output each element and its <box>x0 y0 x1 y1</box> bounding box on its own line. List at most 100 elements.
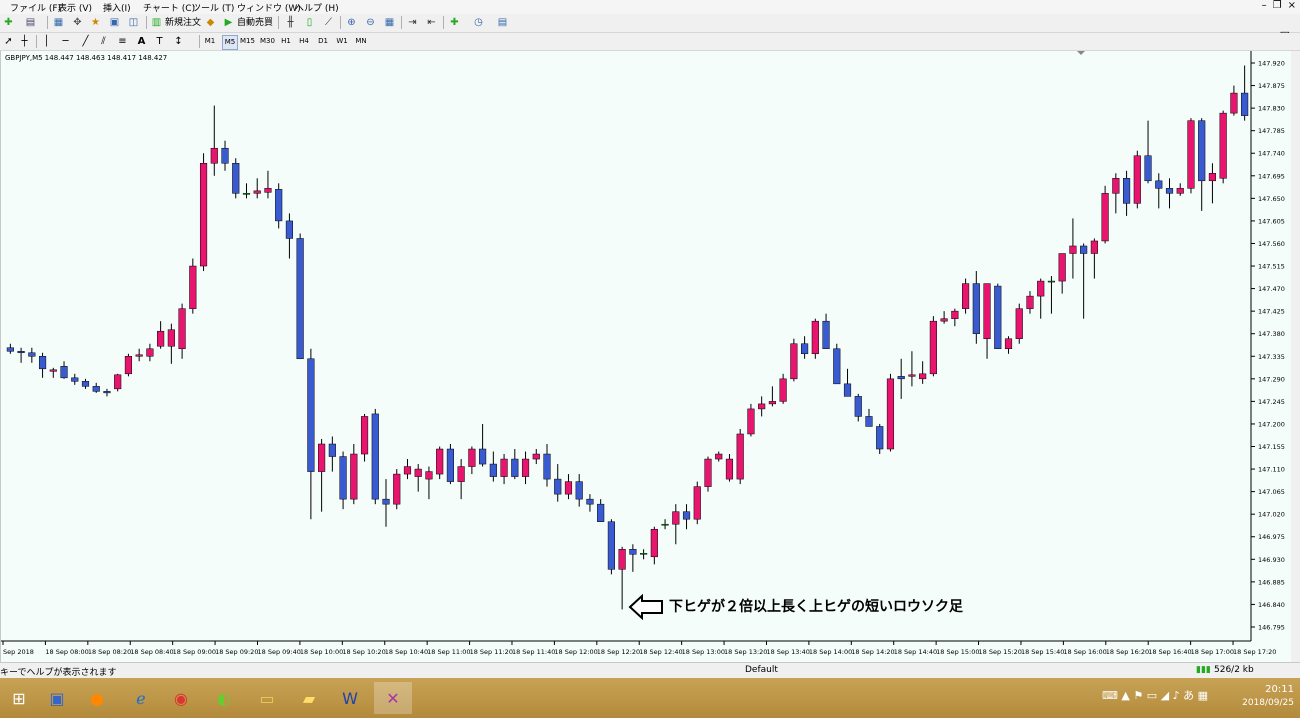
ie-icon[interactable]: ℯ <box>122 682 160 714</box>
market-watch-icon[interactable]: ▦ <box>52 16 65 29</box>
candle-body <box>457 466 465 482</box>
chart-window[interactable]: GBPJPY,M5 148.447 148.463 148.417 148.42… <box>0 51 1292 662</box>
price-tick-label: 146.840 <box>1258 601 1285 609</box>
line-chart-icon[interactable]: ⟋ <box>322 16 335 29</box>
candle-body <box>758 403 766 410</box>
close-button[interactable]: × <box>1288 0 1296 14</box>
templates-icon[interactable]: ▤ <box>496 16 509 29</box>
candle-body <box>575 481 583 500</box>
clock-date[interactable]: 2018/09/25 <box>1242 698 1294 708</box>
app-orb-icon[interactable]: ● <box>78 682 116 714</box>
time-tick-label: 18 Sep 16:20 <box>1106 648 1149 656</box>
metatrader-icon[interactable]: ✕ <box>374 682 412 714</box>
indicators-icon[interactable]: ✚ <box>448 16 461 29</box>
new-chart-icon[interactable]: ✚ <box>2 16 15 29</box>
bar-chart-icon[interactable]: ╫ <box>284 16 297 29</box>
new-order-button[interactable]: ▥ 新規注文 <box>150 16 201 30</box>
toolbar-separator <box>199 35 200 48</box>
text-label-icon[interactable]: T <box>153 35 166 48</box>
timeframe-h1[interactable]: H1 <box>279 35 293 48</box>
chart-shift-marker[interactable] <box>1077 51 1085 55</box>
candle-body <box>468 448 476 467</box>
candle-body <box>232 163 240 194</box>
clock-time[interactable]: 20:11 <box>1265 684 1294 695</box>
menu-chart[interactable]: チャート (C) <box>143 1 195 14</box>
metaeditor-icon[interactable]: ◆ <box>204 16 217 29</box>
time-tick-label: 18 Sep 12:20 <box>597 648 640 656</box>
candle-body <box>521 458 530 477</box>
timeframe-m15[interactable]: M15 <box>239 35 256 48</box>
candle-body <box>1080 245 1088 254</box>
start-icon[interactable]: ⊞ <box>0 682 38 714</box>
tester-icon[interactable]: ◫ <box>127 16 140 29</box>
candle-body <box>360 416 369 455</box>
arrows-icon[interactable]: ↕ <box>172 35 185 48</box>
menu-insert[interactable]: 挿入(I) <box>103 1 131 14</box>
horizontal-line-icon[interactable]: ─ <box>59 35 72 48</box>
toolbar-separator <box>340 16 341 29</box>
candle-body <box>704 458 712 487</box>
time-tick-label: 18 Sep 11:40 <box>512 648 555 656</box>
timeframe-mn[interactable]: MN <box>353 35 369 48</box>
candle-body <box>210 147 218 164</box>
fibonacci-icon[interactable]: ≡ <box>116 35 129 48</box>
status-help-text: キーでヘルプが表示されます <box>0 668 117 678</box>
tile-windows-icon[interactable]: ▦ <box>383 16 396 29</box>
text-tool[interactable]: A <box>135 35 148 48</box>
candle-body <box>135 354 143 357</box>
toolbar-separator <box>401 16 402 29</box>
app-green-icon[interactable]: ◐ <box>205 682 243 714</box>
timeframe-m30[interactable]: M30 <box>259 35 276 48</box>
candle-body <box>897 376 905 380</box>
time-tick-label: 18 Sep 12:40 <box>639 648 682 656</box>
timeframe-m5[interactable]: M5 <box>222 35 238 50</box>
vertical-line-icon[interactable]: │ <box>40 35 53 48</box>
folder-icon[interactable]: ▰ <box>290 682 328 714</box>
chart-shift-icon[interactable]: ⇥ <box>406 16 419 29</box>
timeframe-w1[interactable]: W1 <box>335 35 349 48</box>
candlestick-chart[interactable]: GBPJPY,M5 148.447 148.463 148.417 148.42… <box>1 51 1291 662</box>
profiles-icon[interactable]: ▤ <box>24 16 37 29</box>
channel-icon[interactable]: ⫽ <box>97 35 110 48</box>
tray-icons[interactable]: ⌨ ▲ ⚑ ▭ ◢ ♪ あ ▦ <box>1102 687 1208 703</box>
ime-indicator[interactable]: あ <box>1183 689 1194 702</box>
help-app-icon[interactable]: ▣ <box>38 682 76 714</box>
price-tick-label: 147.065 <box>1258 488 1285 496</box>
candle-body <box>1208 173 1217 182</box>
menu-window[interactable]: ウィンドウ (W) <box>237 1 301 14</box>
restore-button[interactable]: ❐ <box>1273 0 1282 14</box>
autoscroll-icon[interactable]: ⇤ <box>425 16 438 29</box>
timeframe-d1[interactable]: D1 <box>316 35 330 48</box>
timeframe-m1[interactable]: M1 <box>203 35 217 48</box>
candle-body <box>768 401 776 405</box>
navigator-icon[interactable]: ★ <box>89 16 102 29</box>
annotation-text: 下ヒゲが２倍以上長く上ヒゲの短いロウソク足 <box>669 598 964 615</box>
chrome-icon[interactable]: ◉ <box>162 682 200 714</box>
data-window-icon[interactable]: ✥ <box>71 16 84 29</box>
candle-body <box>489 463 497 477</box>
candle-body <box>49 369 57 372</box>
cursor-icon[interactable]: ➚ <box>2 35 15 48</box>
candle-body <box>500 458 508 477</box>
candlestick-icon[interactable]: ▯ <box>303 16 316 29</box>
candle-body <box>511 458 519 477</box>
periods-icon[interactable]: ◷ <box>472 16 485 29</box>
candle-body <box>393 473 401 505</box>
price-tick-label: 147.740 <box>1258 150 1285 158</box>
menu-help[interactable]: ヘルプ (H) <box>295 1 339 14</box>
menu-file[interactable]: ファイル (F) <box>10 1 61 14</box>
crosshair-icon[interactable]: ┼ <box>18 35 31 48</box>
terminal-icon[interactable]: ▣ <box>108 16 121 29</box>
timeframe-h4[interactable]: H4 <box>297 35 311 48</box>
word-icon[interactable]: W <box>331 682 369 714</box>
explorer-icon[interactable]: ▭ <box>248 682 286 714</box>
minimize-button[interactable]: – <box>1262 0 1267 14</box>
price-tick-label: 147.830 <box>1258 105 1285 113</box>
zoom-out-icon[interactable]: ⊖ <box>364 16 377 29</box>
candle-body <box>382 498 390 505</box>
auto-trading-button[interactable]: ▶ 自動売買 <box>222 16 273 30</box>
menu-tools[interactable]: ツール (T) <box>192 1 234 14</box>
menu-view[interactable]: 表示 (V) <box>58 1 92 14</box>
trendline-icon[interactable]: ╱ <box>79 35 92 48</box>
zoom-in-icon[interactable]: ⊕ <box>345 16 358 29</box>
